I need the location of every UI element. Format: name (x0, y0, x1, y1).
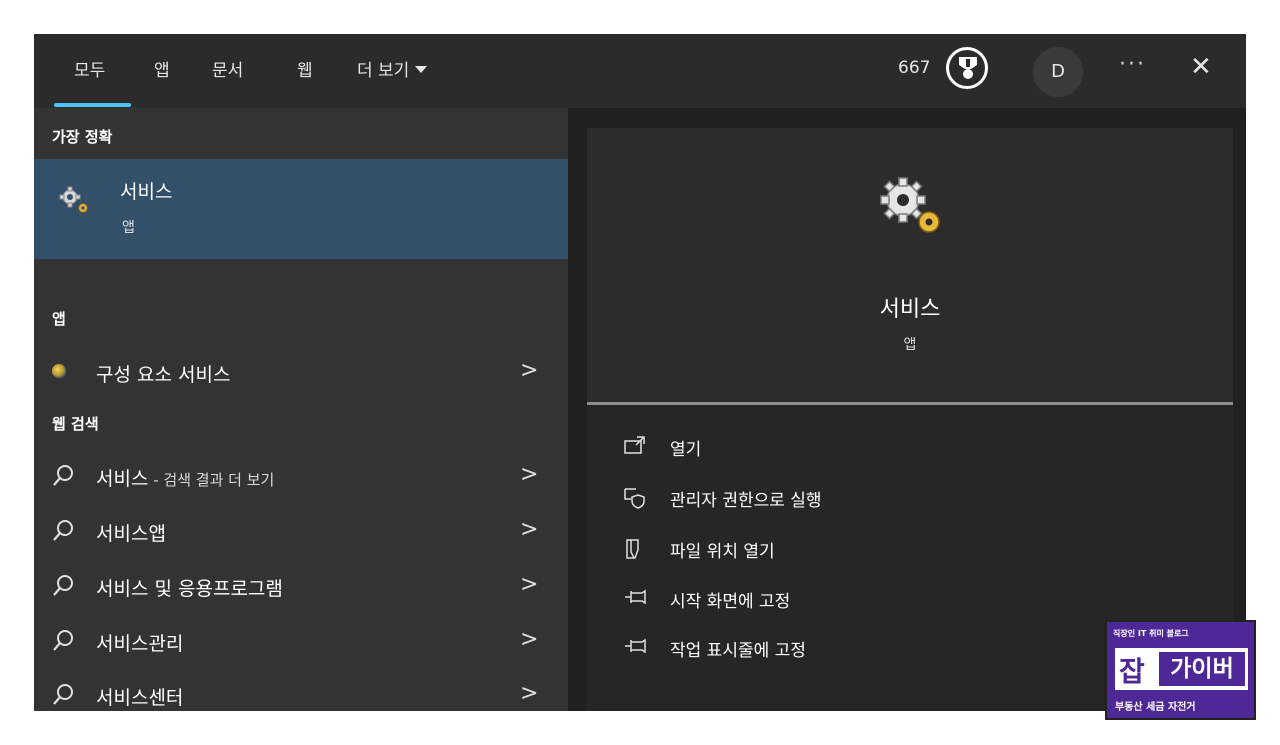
search-header: 모두 앱 문서 웹 더 보기 667 D ··· ✕ (34, 34, 1246, 108)
search-icon (52, 519, 74, 547)
web-result-query: 서비스 (96, 468, 149, 490)
close-icon[interactable]: ✕ (1190, 54, 1212, 80)
search-icon (52, 574, 74, 602)
apps-heading: 앱 (52, 310, 66, 328)
results-panel: 가장 정확 서비스 앱 앱 구성 요소 서비스 > 웹 검색 서비스 - 검색 … (34, 108, 568, 711)
web-search-heading: 웹 검색 (52, 415, 99, 433)
watermark-tagline: 직장인 IT 취미 블로그 (1113, 629, 1189, 638)
open-icon (624, 436, 646, 461)
web-result-label: 서비스 - 검색 결과 더 보기 (96, 464, 274, 491)
web-result-row[interactable]: 서비스센터 > (34, 671, 568, 711)
file-location-icon (624, 538, 646, 565)
pin-icon (624, 637, 648, 660)
preview-header: 서비스 앱 (587, 128, 1233, 402)
list-item-label: 구성 요소 서비스 (96, 364, 231, 386)
web-result-label: 서비스 및 응용프로그램 (96, 578, 283, 600)
search-window: 모두 앱 문서 웹 더 보기 667 D ··· ✕ 가장 정확 서비스 앱 앱… (34, 34, 1246, 711)
best-match-item[interactable]: 서비스 앱 (34, 159, 568, 259)
preview-title: 서비스 (879, 297, 941, 322)
more-options-icon[interactable]: ··· (1119, 52, 1146, 77)
chevron-right-icon[interactable]: > (520, 627, 538, 652)
gears-icon (59, 186, 93, 220)
web-result-row[interactable]: 서비스 및 응용프로그램 > (34, 562, 568, 612)
action-label: 시작 화면에 고정 (670, 592, 791, 612)
rewards-points: 667 (898, 58, 931, 78)
preview-subtitle: 앱 (903, 337, 917, 353)
search-icon (52, 629, 74, 657)
tab-more-label: 더 보기 (357, 61, 410, 81)
action-label: 파일 위치 열기 (670, 542, 775, 562)
web-result-label: 서비스센터 (96, 687, 184, 709)
blog-watermark-logo: 직장인 IT 취미 블로그 잡 가이버 부동산 세금 자전거 (1105, 620, 1256, 720)
watermark-footer: 부동산 세금 자전거 (1115, 702, 1196, 713)
best-match-subtitle: 앱 (122, 220, 135, 236)
tab-apps[interactable]: 앱 (154, 56, 170, 81)
web-result-row[interactable]: 서비스 - 검색 결과 더 보기 > (34, 452, 568, 502)
web-result-suffix: - 검색 결과 더 보기 (148, 471, 275, 489)
action-label: 관리자 권한으로 실행 (670, 491, 822, 511)
best-match-heading: 가장 정확 (52, 128, 113, 146)
pin-icon (624, 588, 648, 611)
action-label: 열기 (670, 440, 702, 460)
active-tab-indicator (54, 103, 131, 107)
search-icon (52, 464, 74, 492)
divider (587, 402, 1233, 405)
web-result-label: 서비스관리 (96, 633, 184, 655)
gears-icon (877, 174, 947, 242)
web-result-label: 서비스앱 (96, 523, 166, 545)
watermark-logo-text: 가이버 (1159, 652, 1245, 686)
rewards-medal-icon[interactable] (946, 47, 988, 89)
watermark-logo: 잡 가이버 (1115, 648, 1248, 690)
chevron-right-icon[interactable]: > (520, 462, 538, 487)
web-result-row[interactable]: 서비스앱 > (34, 507, 568, 557)
best-match-title: 서비스 (120, 181, 173, 203)
tab-all[interactable]: 모두 (74, 56, 105, 81)
avatar[interactable]: D (1033, 47, 1083, 97)
chevron-right-icon[interactable]: > (520, 517, 538, 542)
shield-icon (624, 487, 646, 514)
component-services-icon (52, 364, 66, 378)
tab-more[interactable]: 더 보기 (357, 56, 428, 81)
chevron-right-icon[interactable]: > (520, 572, 538, 597)
tab-documents[interactable]: 문서 (212, 56, 243, 81)
list-item-component-services[interactable]: 구성 요소 서비스 > (34, 348, 568, 398)
chevron-right-icon[interactable]: > (520, 681, 538, 706)
watermark-logo-mark: 잡 (1119, 655, 1145, 688)
action-label: 작업 표시줄에 고정 (670, 641, 806, 661)
chevron-right-icon[interactable]: > (520, 358, 538, 383)
caret-down-icon (415, 66, 428, 73)
web-result-row[interactable]: 서비스관리 > (34, 617, 568, 667)
tab-web[interactable]: 웹 (297, 56, 313, 81)
search-icon (52, 683, 74, 711)
